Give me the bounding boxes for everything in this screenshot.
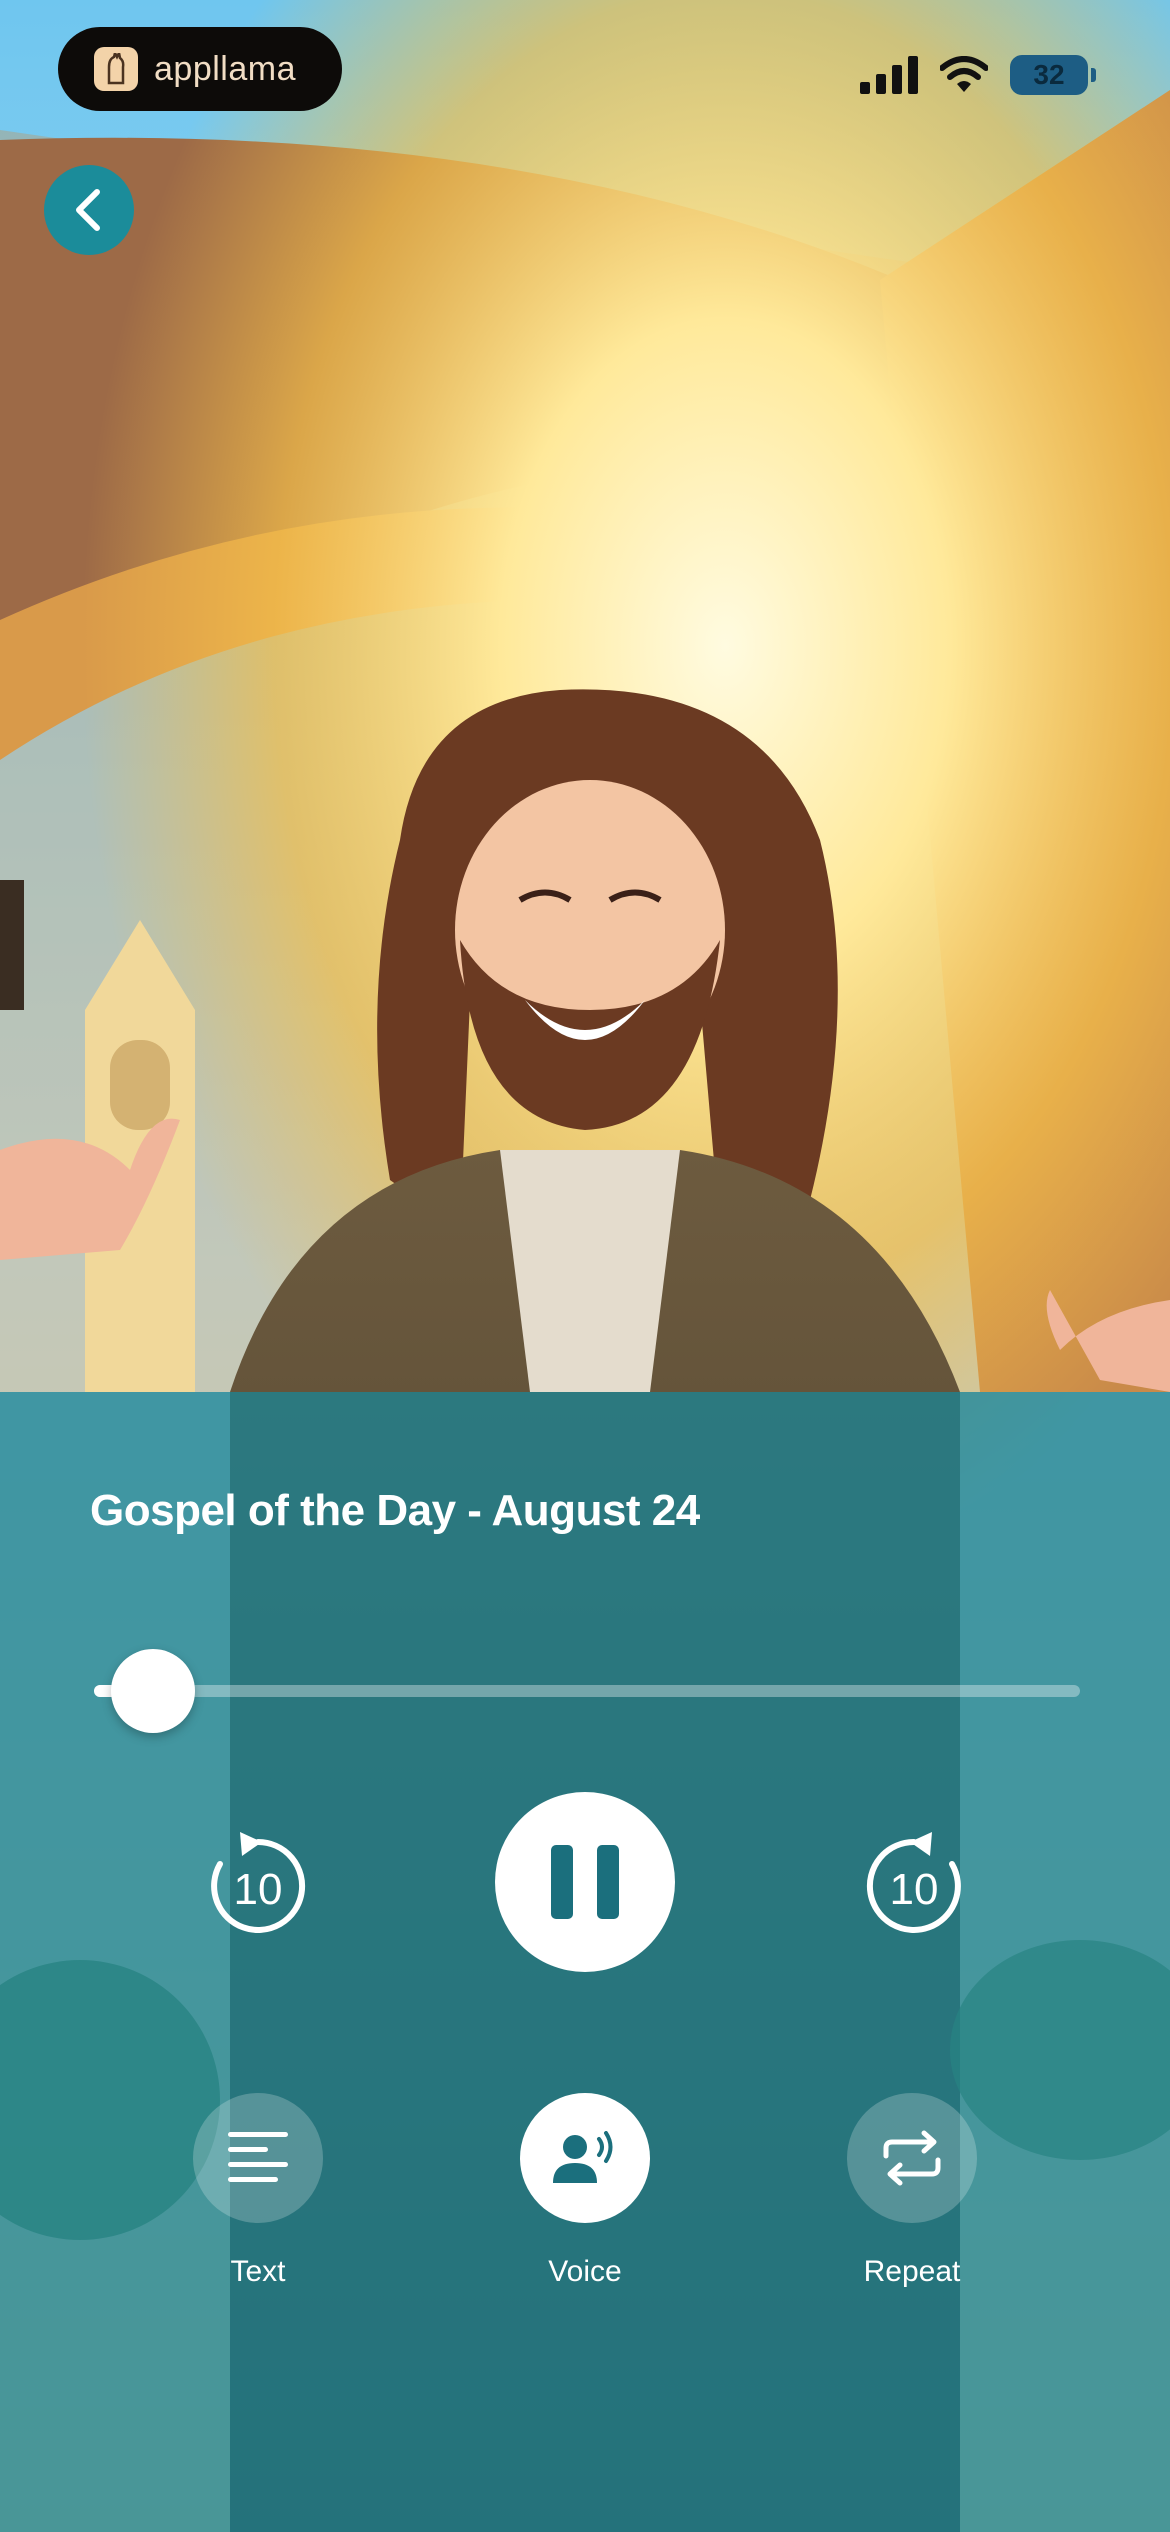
skip-forward-button[interactable]: 10 xyxy=(856,1828,972,1944)
wifi-icon xyxy=(940,56,988,92)
voice-mode-button[interactable] xyxy=(520,2093,650,2223)
repeat-icon xyxy=(883,2130,941,2186)
brand-name: appllama xyxy=(154,49,296,88)
brand-badge: appllama xyxy=(58,27,342,111)
chevron-left-icon xyxy=(76,189,100,231)
repeat-button[interactable] xyxy=(847,2093,977,2223)
back-button[interactable] xyxy=(44,165,134,255)
voice-mode-label: Voice xyxy=(548,2255,622,2288)
battery-level: 32 xyxy=(1033,59,1065,90)
rewind-10-icon: 10 xyxy=(211,1832,306,1933)
skip-back-seconds: 10 xyxy=(234,1865,283,1914)
signal-icon xyxy=(860,56,918,94)
skip-forward-seconds: 10 xyxy=(890,1865,939,1914)
status-icons: 32 xyxy=(860,55,1096,95)
text-mode-label: Text xyxy=(230,2255,286,2288)
forward-10-icon: 10 xyxy=(866,1832,961,1933)
text-mode-button[interactable] xyxy=(193,2093,323,2223)
voice-speaker-icon xyxy=(553,2131,613,2183)
llama-logo-icon xyxy=(94,47,138,91)
pause-button[interactable] xyxy=(495,1792,675,1972)
repeat-label: Repeat xyxy=(863,2255,961,2288)
audio-player-screen: appllama 32 Gospel of the Day - August 2… xyxy=(0,0,1170,2532)
progress-slider[interactable] xyxy=(94,1649,1080,1733)
track-title: Gospel of the Day - August 24 xyxy=(90,1486,700,1535)
skip-back-button[interactable]: 10 xyxy=(200,1828,316,1944)
pause-icon xyxy=(551,1845,619,1919)
text-lines-icon xyxy=(228,2132,288,2182)
battery-icon: 32 xyxy=(1010,55,1096,95)
progress-knob[interactable] xyxy=(111,1649,196,1733)
